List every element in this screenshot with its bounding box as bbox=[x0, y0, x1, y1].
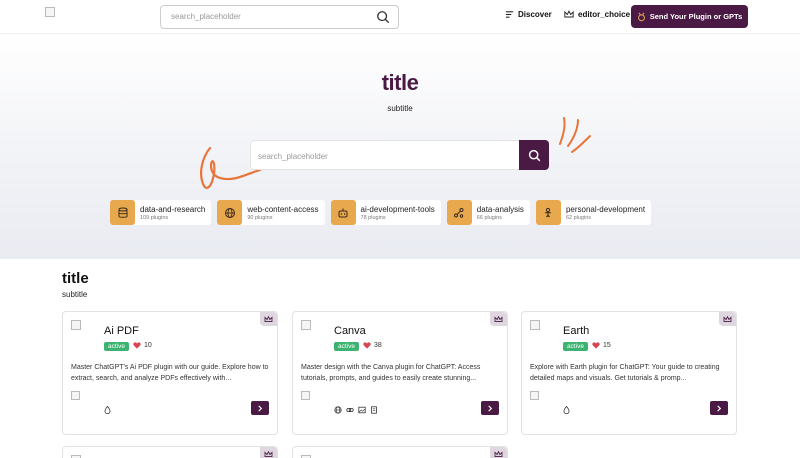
heart-icon bbox=[592, 342, 600, 349]
send-plugin-label: Send Your Plugin or GPTs bbox=[649, 12, 743, 21]
category-count: 90 plugins bbox=[247, 214, 273, 221]
plugin-thumbnail bbox=[530, 391, 539, 400]
category-data-analysis[interactable]: data-analysis 66 plugins bbox=[446, 200, 530, 225]
search-icon bbox=[528, 149, 540, 161]
like-count[interactable]: 38 bbox=[363, 342, 382, 349]
search-icon[interactable] bbox=[376, 10, 390, 24]
hero-subtitle: subtitle bbox=[387, 104, 413, 113]
chevron-right-icon bbox=[717, 404, 722, 412]
editor-choice-badge bbox=[490, 312, 507, 326]
globe-icon bbox=[217, 200, 243, 225]
category-personal-development[interactable]: personal-development 62 plugins bbox=[535, 200, 652, 225]
open-plugin-button[interactable] bbox=[710, 401, 728, 415]
nav-discover-label: Discover bbox=[518, 10, 552, 19]
robot-icon bbox=[330, 200, 356, 225]
crown-icon bbox=[564, 10, 574, 18]
plugin-card-canva[interactable]: Canva active 38 Master design with the C… bbox=[292, 311, 508, 435]
plugin-name[interactable]: Canva bbox=[334, 325, 366, 337]
like-count-value: 15 bbox=[603, 342, 611, 349]
medal-icon bbox=[637, 12, 645, 21]
plugin-tools bbox=[562, 405, 571, 414]
drop-icon bbox=[103, 405, 112, 414]
hero-title: title bbox=[381, 70, 419, 95]
globe-icon bbox=[333, 405, 342, 414]
heart-icon bbox=[363, 342, 371, 349]
drop-icon bbox=[562, 405, 571, 414]
site-logo[interactable] bbox=[45, 7, 55, 17]
header-search-placeholder: search_placeholder bbox=[171, 12, 241, 21]
category-count: 78 plugins bbox=[360, 214, 386, 221]
filter-list-icon bbox=[505, 11, 514, 18]
crown-icon bbox=[494, 315, 503, 322]
like-count[interactable]: 10 bbox=[133, 342, 152, 349]
header-search-input[interactable]: search_placeholder bbox=[160, 5, 399, 29]
database-icon bbox=[110, 200, 135, 225]
editor-choice-badge bbox=[719, 312, 736, 326]
plugin-card-earth[interactable]: Earth active 15 Explore with Earth plugi… bbox=[521, 311, 737, 435]
plugin-logo bbox=[301, 320, 311, 330]
plugin-thumbnail bbox=[301, 391, 310, 400]
chevron-right-icon bbox=[488, 404, 493, 412]
hero-search-button[interactable] bbox=[519, 140, 549, 170]
plugin-name[interactable]: Ai PDF bbox=[104, 325, 139, 337]
editor-choice-badge bbox=[260, 312, 277, 326]
plugin-thumbnail bbox=[71, 391, 80, 400]
like-count[interactable]: 15 bbox=[592, 342, 611, 349]
link-icon bbox=[345, 405, 354, 414]
status-badge: active bbox=[104, 342, 129, 351]
document-icon bbox=[369, 405, 378, 414]
plugin-logo bbox=[530, 320, 540, 330]
category-count: 109 plugins bbox=[140, 214, 169, 221]
category-count: 66 plugins bbox=[476, 214, 502, 221]
nav-editor-choice-link[interactable]: editor_choice bbox=[564, 10, 630, 19]
person-growth-icon bbox=[535, 200, 561, 225]
crown-icon bbox=[264, 315, 273, 322]
chevron-right-icon bbox=[258, 404, 263, 412]
category-name: personal-development bbox=[565, 204, 646, 214]
editor-choice-badge bbox=[490, 447, 507, 458]
status-badge: active bbox=[563, 342, 588, 351]
category-name: web-content-access bbox=[247, 204, 319, 214]
nav-discover-link[interactable]: Discover bbox=[505, 10, 552, 19]
plugin-description: Master ChatGPT's Ai PDF plugin with our … bbox=[71, 364, 269, 382]
category-name: data-analysis bbox=[476, 204, 524, 214]
send-plugin-button[interactable]: Send Your Plugin or GPTs bbox=[631, 5, 748, 28]
image-icon bbox=[357, 405, 366, 414]
section-subtitle: subtitle bbox=[62, 290, 88, 299]
category-list: data-and-research 109 plugins web-conten… bbox=[110, 200, 652, 225]
heart-icon bbox=[133, 342, 141, 349]
category-name: data-and-research bbox=[140, 204, 206, 214]
plugin-logo bbox=[71, 320, 81, 330]
plugin-card-ai-pdf[interactable]: Ai PDF active 10 Master ChatGPT's Ai PDF… bbox=[62, 311, 278, 435]
open-plugin-button[interactable] bbox=[251, 401, 269, 415]
editor-choice-badge bbox=[260, 447, 277, 458]
top-header: search_placeholder Discover editor_choic… bbox=[0, 0, 800, 34]
crown-icon bbox=[264, 450, 273, 457]
hero-section: title subtitle search_placeholder data-a… bbox=[0, 34, 800, 259]
category-web-content-access[interactable]: web-content-access 90 plugins bbox=[217, 200, 325, 225]
crown-icon bbox=[494, 450, 503, 457]
plugin-description: Explore with Earth plugin for ChatGPT: Y… bbox=[530, 364, 720, 382]
hero-search-placeholder: search_placeholder bbox=[258, 152, 328, 161]
plugin-card-partial[interactable] bbox=[292, 446, 508, 458]
plugin-name[interactable]: Earth bbox=[563, 325, 589, 337]
analytics-icon bbox=[446, 200, 472, 225]
nav-editor-choice-label: editor_choice bbox=[578, 10, 631, 19]
status-badge: active bbox=[334, 342, 359, 351]
plugin-card-partial[interactable] bbox=[62, 446, 278, 458]
category-ai-development-tools[interactable]: ai-development-tools 78 plugins bbox=[330, 200, 441, 225]
category-name: ai-development-tools bbox=[360, 204, 435, 214]
open-plugin-button[interactable] bbox=[481, 401, 499, 415]
plugin-tools bbox=[333, 405, 378, 414]
hero-search-input[interactable]: search_placeholder bbox=[250, 140, 549, 170]
like-count-value: 38 bbox=[374, 342, 382, 349]
like-count-value: 10 bbox=[144, 342, 152, 349]
decorative-squiggle-right bbox=[559, 117, 591, 153]
category-count: 62 plugins bbox=[565, 214, 592, 221]
section-title: title bbox=[62, 270, 89, 287]
plugin-tools bbox=[103, 405, 112, 414]
crown-icon bbox=[723, 315, 732, 322]
plugin-description: Master design with the Canva plugin for … bbox=[301, 364, 481, 382]
category-data-and-research[interactable]: data-and-research 109 plugins bbox=[110, 200, 212, 225]
